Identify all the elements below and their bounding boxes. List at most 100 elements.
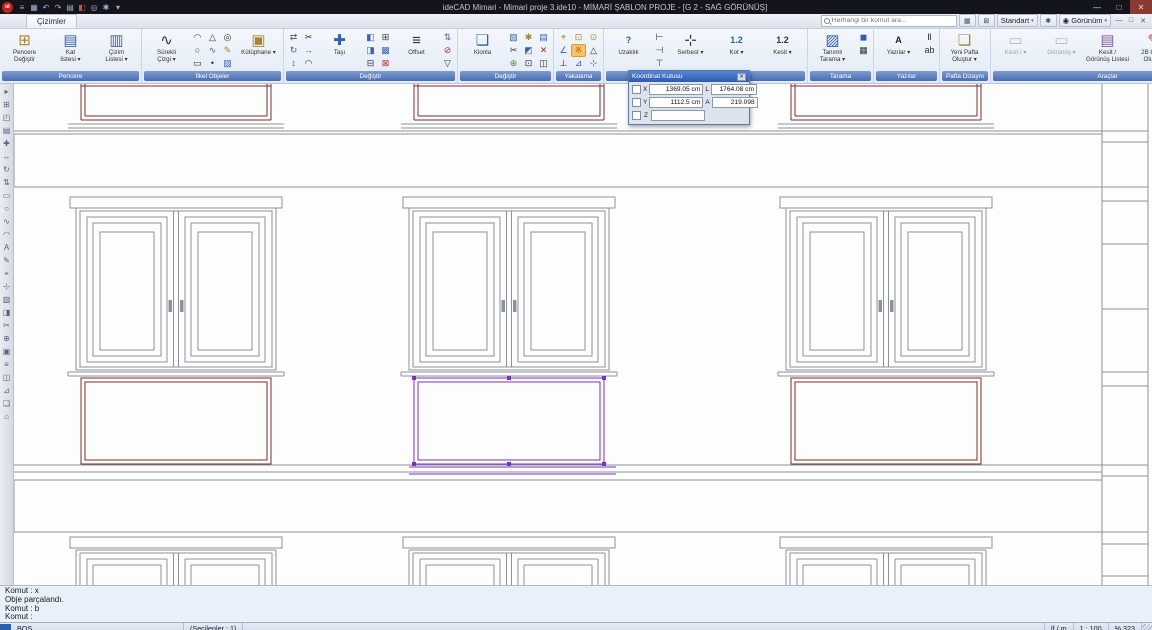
library-tool-icon[interactable]: ▣ bbox=[1, 345, 13, 358]
snap-center-icon[interactable]: ⌖ bbox=[556, 31, 571, 44]
ribbon-button-kat-listesi[interactable]: ▤ Kat listesi ▾ bbox=[48, 30, 93, 64]
rows-icon[interactable]: ▤ bbox=[536, 31, 551, 44]
close-button[interactable]: ✕ bbox=[1130, 0, 1152, 14]
ribbon-button-klonla[interactable]: ❏ Klonla bbox=[460, 30, 505, 57]
pan-tool-icon[interactable]: ↔ bbox=[1, 150, 13, 163]
ribbon-button-çizim-listesi[interactable]: ▥ Çizim Listesi ▾ bbox=[94, 30, 139, 64]
stretch-icon[interactable]: ↕ bbox=[286, 57, 301, 70]
coord-checkbox-y[interactable] bbox=[632, 98, 641, 107]
coord-input-z[interactable] bbox=[651, 110, 705, 121]
ribbon-button-sürekli-çizgi[interactable]: ∿ Sürekli Çizgi ▾ bbox=[144, 30, 189, 64]
erase-icon[interactable]: ✕ bbox=[536, 44, 551, 57]
snap-perp-icon[interactable]: ⊥ bbox=[556, 57, 571, 70]
sheet-tool-icon[interactable]: ❏ bbox=[1, 397, 13, 410]
scissors-tool-icon[interactable]: ✂ bbox=[1, 319, 13, 332]
redo-icon[interactable]: ↷ bbox=[52, 3, 64, 12]
text-tool-icon[interactable]: A bbox=[1, 241, 13, 254]
break-icon[interactable]: ⊘ bbox=[440, 44, 455, 57]
rotate-icon[interactable]: ↻ bbox=[286, 44, 301, 57]
doc-minimize-button[interactable]: — bbox=[1113, 15, 1125, 26]
coord-checkbox-x[interactable] bbox=[632, 85, 641, 94]
home-tool-icon[interactable]: ⌂ bbox=[1, 410, 13, 423]
doc-restore-button[interactable]: □ bbox=[1125, 15, 1137, 26]
app-menu-icon[interactable]: ≡ bbox=[16, 3, 28, 12]
command-area[interactable]: Komut : x Obje parçalandı. Komut : b Komut … bbox=[0, 585, 1152, 622]
ribbon-button-serbest[interactable]: ⊹ Serbest ▾ bbox=[668, 30, 713, 57]
select-tool-icon[interactable]: ▸ bbox=[1, 85, 13, 98]
align-left-icon[interactable]: ◧ bbox=[363, 31, 378, 44]
array-icon[interactable]: ▩ bbox=[378, 44, 393, 57]
coord-input-l[interactable]: 1764.08 cm bbox=[710, 84, 757, 95]
settings-icon[interactable]: ✱ bbox=[100, 3, 112, 12]
maximize-button[interactable]: □ bbox=[1108, 0, 1130, 14]
snap-grid-icon[interactable]: ⊹ bbox=[586, 57, 601, 70]
status-zoom[interactable]: % 323 bbox=[1109, 623, 1142, 630]
print-icon[interactable]: ▤ bbox=[64, 3, 76, 12]
trim-icon[interactable]: ✂ bbox=[301, 31, 316, 44]
snap-intersection-icon[interactable]: ※ bbox=[571, 44, 586, 57]
dim-left-icon[interactable]: ⊢ bbox=[652, 31, 667, 44]
coord-input-x[interactable]: 1369.05 cm bbox=[649, 84, 704, 95]
status-units[interactable]: lf / m bbox=[1045, 623, 1074, 630]
undo-icon[interactable]: ↶ bbox=[40, 3, 52, 12]
explode-icon[interactable]: ▽ bbox=[440, 57, 455, 70]
palette-title-bar[interactable]: Koordinat Kutusu ✕ bbox=[629, 71, 749, 82]
save-icon[interactable]: ▦ bbox=[28, 3, 40, 12]
polygon-icon[interactable]: △ bbox=[205, 31, 220, 44]
spline-icon[interactable]: ∿ bbox=[205, 44, 220, 57]
snap-angle-icon[interactable]: ∠ bbox=[556, 44, 571, 57]
standart-dropdown[interactable]: Standart ▾ bbox=[996, 14, 1038, 27]
dim-right-icon[interactable]: ⊣ bbox=[652, 44, 667, 57]
gorunum-dropdown[interactable]: ◉ Görünüm ▾ bbox=[1058, 14, 1111, 27]
snap-node-icon[interactable]: ⊡ bbox=[571, 31, 586, 44]
zoom-extents-tool-icon[interactable]: ◰ bbox=[1, 111, 13, 124]
column-tool-icon[interactable]: ◫ bbox=[1, 371, 13, 384]
mirror-icon[interactable]: ⇄ bbox=[286, 31, 301, 44]
minimize-button[interactable]: — bbox=[1086, 0, 1108, 14]
doc-close-button[interactable]: ✕ bbox=[1137, 15, 1149, 26]
paint-icon[interactable]: ▧ bbox=[506, 31, 521, 44]
list-tool-icon[interactable]: ≡ bbox=[1, 358, 13, 371]
grid-tool-icon[interactable]: ⊹ bbox=[1, 280, 13, 293]
fillet-icon[interactable]: ◠ bbox=[301, 57, 316, 70]
cut-icon[interactable]: ✂ bbox=[506, 44, 521, 57]
columns-icon[interactable]: Ⅱ bbox=[922, 31, 937, 44]
hatch-tool-icon[interactable]: ▨ bbox=[1, 293, 13, 306]
layers-tool-icon[interactable]: ▤ bbox=[1, 124, 13, 137]
rotate-tool-icon[interactable]: ↻ bbox=[1, 163, 13, 176]
tab-cizimler[interactable]: Çizimler bbox=[26, 14, 77, 28]
ribbon-button-taşı[interactable]: ✚ Taşı bbox=[317, 30, 362, 57]
add-tool-icon[interactable]: ⊕ bbox=[1, 332, 13, 345]
zoom-icon[interactable]: ◎ bbox=[88, 3, 100, 12]
ribbon-button-kesit-görünüş-listesi[interactable]: ▤ Kesit / Görünüş Listesi bbox=[1085, 30, 1130, 64]
move-tool-icon[interactable]: ✚ bbox=[1, 137, 13, 150]
ribbon-button-tanımlı-tarama[interactable]: ▨ Tanımlı Tarama ▾ bbox=[810, 30, 855, 64]
drawing-canvas[interactable] bbox=[14, 84, 1152, 585]
spline-tool-icon[interactable]: ∿ bbox=[1, 215, 13, 228]
coordinate-box-palette[interactable]: Koordinat Kutusu ✕ X 1369.05 cm L 1764.08 c… bbox=[628, 70, 758, 125]
solid-fill-icon[interactable]: ◼ bbox=[856, 31, 871, 44]
snap-nearest-icon[interactable]: ⊿ bbox=[571, 57, 586, 70]
snap-midpoint-icon[interactable]: △ bbox=[586, 44, 601, 57]
coord-checkbox-z[interactable] bbox=[632, 111, 641, 120]
status-scale[interactable]: 1 : 100 bbox=[1074, 623, 1109, 630]
triangle-tool-icon[interactable]: ⊿ bbox=[1, 384, 13, 397]
ribbon-button-kesit[interactable]: 1.2 Kesit ▾ bbox=[760, 30, 805, 57]
search-input[interactable] bbox=[831, 16, 954, 25]
add-grid-icon[interactable]: ⊞ bbox=[378, 31, 393, 44]
coord-input-a[interactable]: 219.098 bbox=[711, 97, 758, 108]
add-icon[interactable]: ⊕ bbox=[506, 57, 521, 70]
quick-access-dropdown-icon[interactable]: ▾ bbox=[112, 3, 124, 12]
corner-icon[interactable]: ◩ bbox=[521, 44, 536, 57]
spark-icon[interactable]: ✱ bbox=[521, 31, 536, 44]
resize-grip[interactable] bbox=[1142, 623, 1152, 630]
close-icon[interactable]: ✕ bbox=[737, 72, 746, 81]
pattern-fill-icon[interactable]: ▦ bbox=[856, 44, 871, 57]
split-icon[interactable]: ◫ bbox=[536, 57, 551, 70]
palette-icon[interactable]: ◧ bbox=[76, 3, 88, 12]
order-tool-icon[interactable]: ⇅ bbox=[1, 176, 13, 189]
ribbon-button-offset[interactable]: ≡ Offset bbox=[394, 30, 439, 57]
arc-icon[interactable]: ◠ bbox=[190, 31, 205, 44]
snap-tool-icon[interactable]: ⌖ bbox=[1, 267, 13, 280]
ribbon-button-kot[interactable]: 1.2 Kot ▾ bbox=[714, 30, 759, 57]
